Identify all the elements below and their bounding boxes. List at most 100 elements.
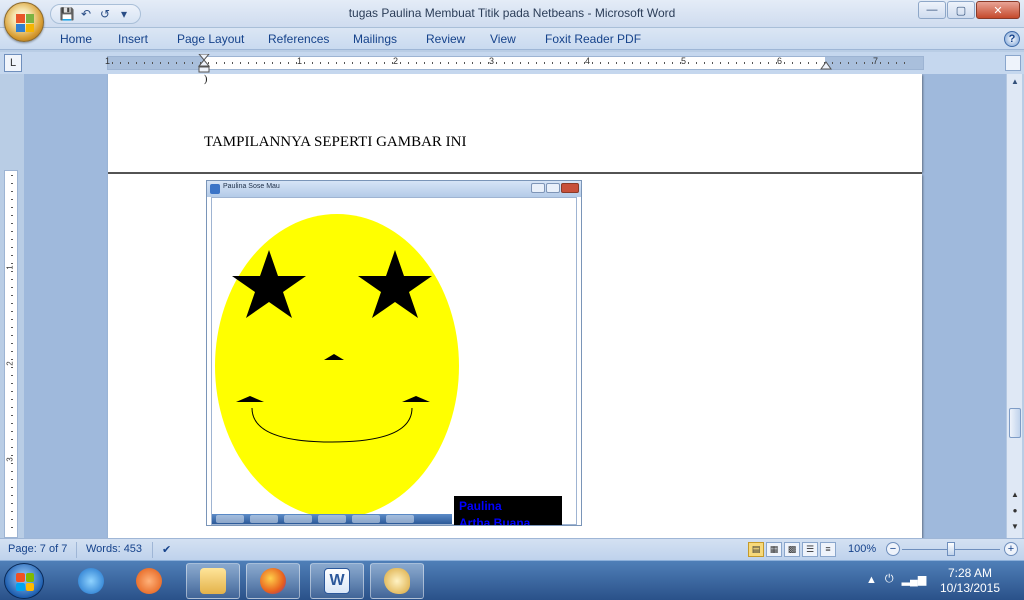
- ruler-tick: [328, 62, 329, 64]
- tab-home[interactable]: Home: [60, 32, 92, 46]
- ruler-tick: [656, 62, 657, 64]
- explorer-icon[interactable]: [186, 563, 240, 599]
- clock-time: 7:28 AM: [947, 566, 993, 580]
- ruler-number: 1: [5, 265, 15, 270]
- outline-icon[interactable]: ☰: [802, 542, 818, 557]
- tab-insert[interactable]: Insert: [118, 32, 148, 46]
- windows-logo-icon: [16, 573, 34, 591]
- network-signal-icon[interactable]: ▂▄▆: [902, 573, 927, 586]
- next-page-icon[interactable]: ▼: [1010, 522, 1020, 532]
- tab-mailings[interactable]: Mailings: [353, 32, 397, 46]
- zoom-out-button[interactable]: −: [886, 542, 900, 556]
- ruler-tick: [11, 463, 13, 464]
- vertical-scrollbar[interactable]: ▲ ▲ ● ▼: [1006, 74, 1022, 538]
- ruler-tick: [896, 62, 897, 64]
- ruler-tick: [11, 391, 13, 392]
- ruler-tick: [128, 62, 129, 64]
- show-hidden-icons-icon[interactable]: ▲: [866, 574, 877, 586]
- ruler-tick: [584, 62, 585, 64]
- ruler-tick: [504, 62, 505, 64]
- browse-object-icon[interactable]: ●: [1010, 506, 1020, 516]
- ruler-tick: [456, 62, 457, 64]
- ruler-number: 3: [489, 56, 495, 66]
- ruler-tick: [160, 62, 161, 64]
- ruler-tick: [184, 62, 185, 64]
- system-tray: ▲ ⏻ ▂▄▆: [866, 573, 926, 586]
- tab-selector[interactable]: L: [4, 54, 22, 72]
- ruler-tick: [296, 62, 297, 64]
- office-button[interactable]: [4, 2, 44, 42]
- ruler-tick: [11, 471, 13, 472]
- firefox-icon[interactable]: [246, 563, 300, 599]
- view-ruler-icon[interactable]: [1005, 55, 1021, 71]
- ruler-number: 1: [297, 56, 303, 66]
- ruler-tick: [712, 62, 713, 64]
- internet-explorer-icon[interactable]: [64, 563, 118, 599]
- word-count[interactable]: Words: 453: [86, 543, 142, 555]
- ruler-tick: [11, 239, 13, 240]
- ruler-tick: [432, 62, 433, 64]
- web-layout-icon[interactable]: ▩: [784, 542, 800, 557]
- zoom-level[interactable]: 100%: [848, 543, 876, 555]
- ruler-number: 5: [681, 56, 687, 66]
- text-fragment: ): [204, 74, 208, 85]
- zoom-slider-thumb[interactable]: [947, 542, 955, 556]
- embedded-canvas-frame: Paulina Artha Buana 1234567: [211, 197, 577, 525]
- indent-marker-icon[interactable]: [197, 54, 211, 74]
- media-player-icon[interactable]: [122, 563, 176, 599]
- start-button[interactable]: [4, 563, 44, 599]
- ruler-tick: [11, 327, 13, 328]
- ruler-tick: [880, 62, 881, 64]
- tab-review[interactable]: Review: [426, 32, 465, 46]
- ruler-tick: [416, 62, 417, 64]
- embedded-taskbar-item: [352, 515, 380, 523]
- ruler-tick: [256, 62, 257, 64]
- embedded-taskbar-item: [216, 515, 244, 523]
- ruler-tick: [312, 62, 313, 64]
- document-page[interactable]: Paulina Sose Mau Paulina Artha Buana: [108, 174, 922, 538]
- face-shape: [215, 214, 459, 518]
- system-clock[interactable]: 7:28 AM 10/13/2015: [930, 566, 1010, 596]
- full-screen-reading-icon[interactable]: ▦: [766, 542, 782, 557]
- ruler-tick: [176, 62, 177, 64]
- paint-icon[interactable]: [370, 563, 424, 599]
- tab-page-layout[interactable]: Page Layout: [177, 32, 244, 46]
- proofing-icon[interactable]: ✔: [162, 543, 171, 556]
- tab-references[interactable]: References: [268, 32, 329, 46]
- document-page[interactable]: ) TAMPILANNYA SEPERTI GAMBAR INI: [108, 74, 922, 172]
- maximize-button[interactable]: ▢: [947, 1, 975, 19]
- scroll-thumb[interactable]: [1009, 408, 1021, 438]
- ruler-tick: [384, 62, 385, 64]
- title-bar: 💾 ↶ ↺ ▾ tugas Paulina Membuat Titik pada…: [0, 0, 1024, 28]
- print-layout-icon[interactable]: ▤: [748, 542, 764, 557]
- label-line: Paulina: [459, 499, 502, 513]
- ruler-tick: [11, 455, 13, 456]
- help-icon[interactable]: ?: [1004, 31, 1020, 47]
- vertical-ruler[interactable]: 1 2 3: [4, 170, 18, 538]
- page-count[interactable]: Page: 7 of 7: [8, 543, 67, 555]
- document-text[interactable]: TAMPILANNYA SEPERTI GAMBAR INI: [204, 134, 467, 151]
- document-area[interactable]: ) TAMPILANNYA SEPERTI GAMBAR INI Paulina…: [24, 74, 1006, 538]
- power-icon[interactable]: ⏻: [885, 573, 894, 586]
- ruler-tick: [800, 62, 801, 64]
- ruler-tick: [11, 415, 13, 416]
- ruler-tick: [360, 62, 361, 64]
- ruler-tick: [11, 215, 13, 216]
- ruler-tick: [424, 62, 425, 64]
- ruler-tick: [832, 62, 833, 64]
- draft-icon[interactable]: ≡: [820, 542, 836, 557]
- ruler-tick: [856, 62, 857, 64]
- minimize-button[interactable]: —: [918, 1, 946, 19]
- tab-foxit-reader-pdf[interactable]: Foxit Reader PDF: [545, 32, 641, 46]
- tab-view[interactable]: View: [490, 32, 516, 46]
- zoom-in-button[interactable]: +: [1004, 542, 1018, 556]
- scroll-up-icon[interactable]: ▲: [1009, 76, 1021, 88]
- embedded-screenshot[interactable]: Paulina Sose Mau Paulina Artha Buana: [206, 180, 582, 526]
- previous-page-icon[interactable]: ▲: [1010, 490, 1020, 500]
- close-button[interactable]: ✕: [976, 1, 1020, 19]
- horizontal-ruler[interactable]: 1 1 2 3 4 5 6 7: [105, 54, 924, 73]
- right-indent-marker-icon[interactable]: [820, 60, 832, 70]
- ruler-tick: [120, 62, 121, 64]
- ruler-tick: [136, 62, 137, 64]
- word-icon[interactable]: W: [310, 563, 364, 599]
